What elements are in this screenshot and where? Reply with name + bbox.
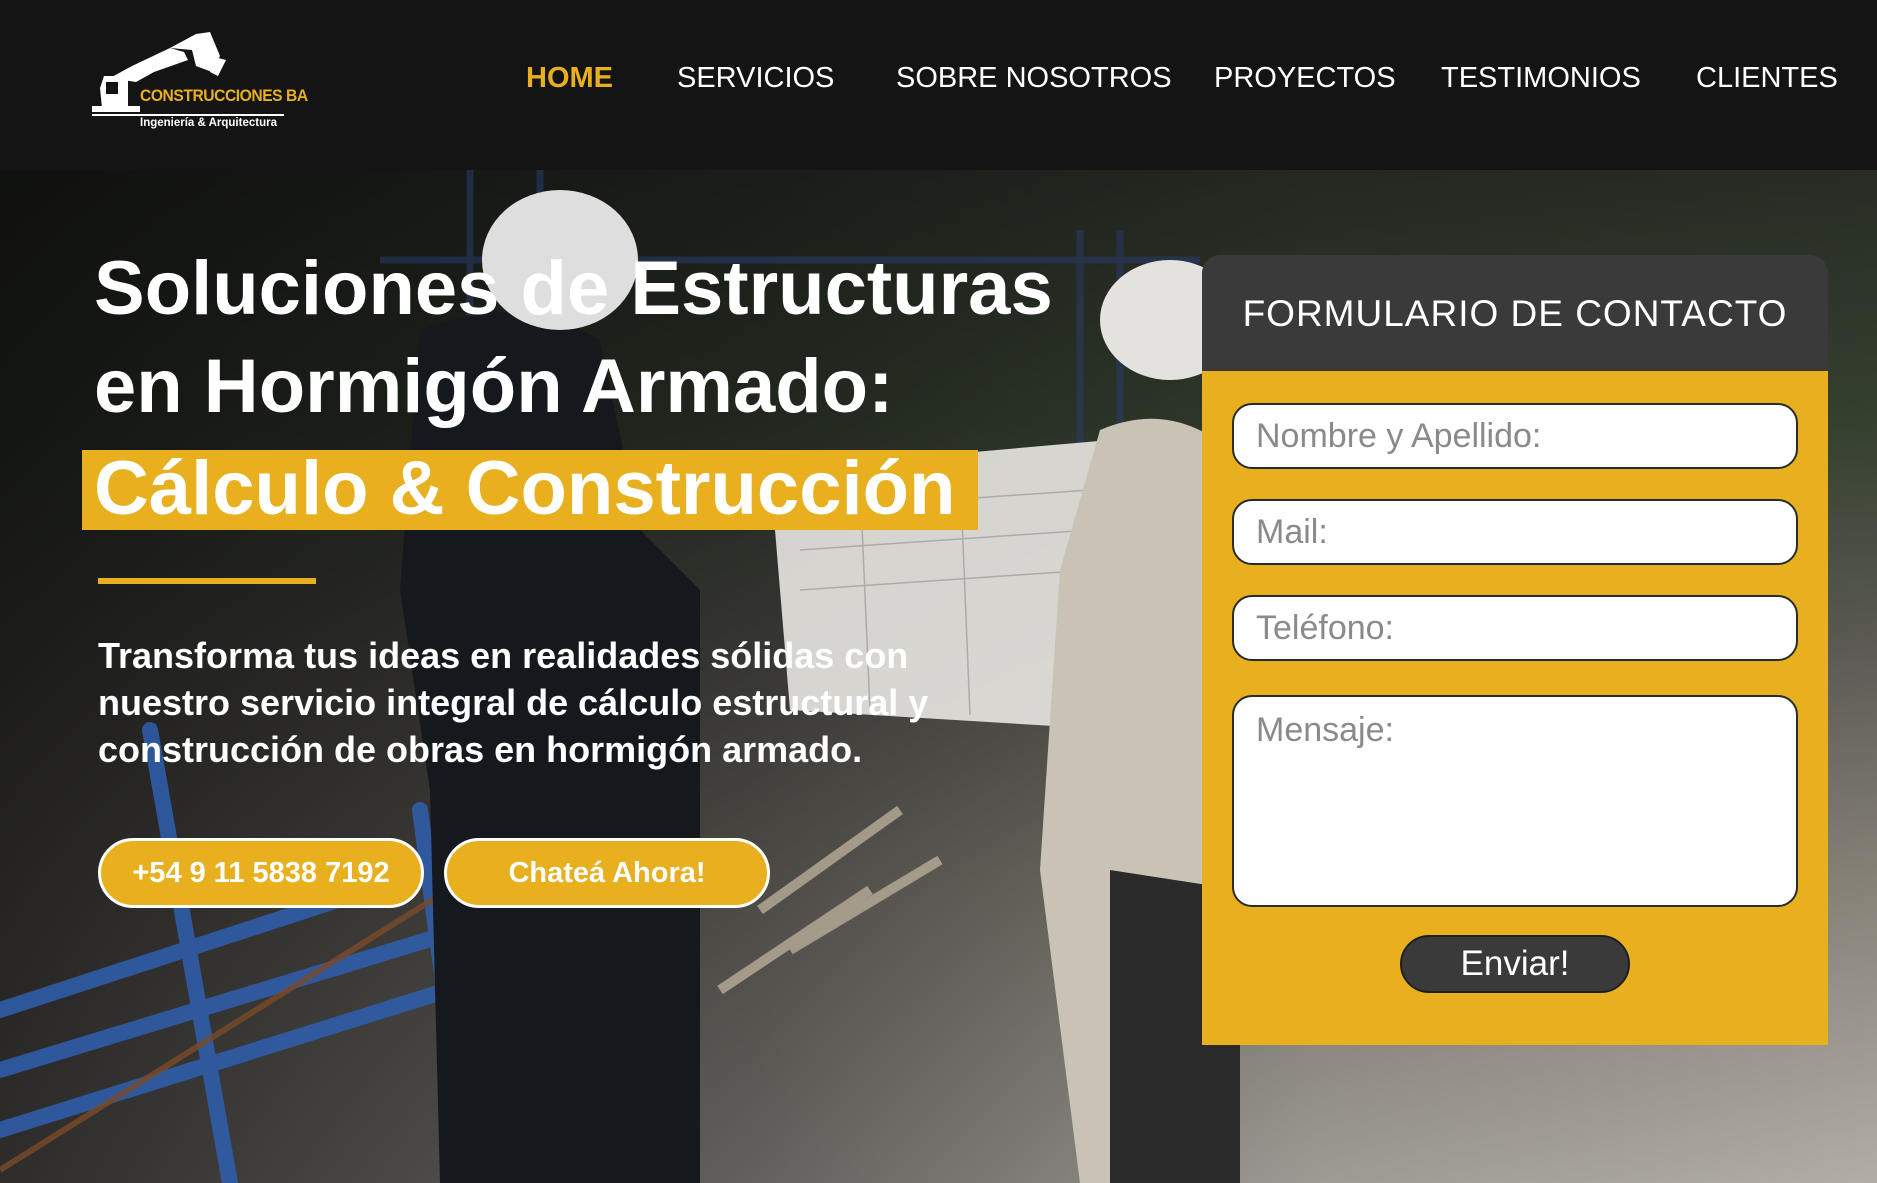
logo-tagline: Ingeniería & Arquitectura bbox=[140, 117, 277, 129]
nav-testimonios[interactable]: TESTIMONIOS bbox=[1441, 62, 1641, 95]
phone-button[interactable]: +54 9 11 5838 7192 bbox=[98, 838, 424, 908]
message-field[interactable] bbox=[1232, 695, 1798, 907]
contact-form-body: Enviar! bbox=[1202, 371, 1828, 1045]
headline-line-1: Soluciones de Estructuras bbox=[94, 246, 1053, 331]
hero-description: Transforma tus ideas en realidades sólid… bbox=[98, 635, 929, 770]
site-header: CONSTRUCCIONES BA Ingeniería & Arquitect… bbox=[0, 0, 1877, 170]
logo[interactable]: CONSTRUCCIONES BA Ingeniería & Arquitect… bbox=[92, 26, 308, 136]
phone-field[interactable] bbox=[1232, 595, 1798, 661]
headline-highlight-text: Cálculo & Construcción bbox=[94, 446, 956, 531]
headline-divider bbox=[98, 578, 316, 584]
nav-home[interactable]: HOME bbox=[526, 62, 613, 95]
chat-now-button[interactable]: Chateá Ahora! bbox=[444, 838, 770, 908]
submit-button[interactable]: Enviar! bbox=[1400, 935, 1630, 993]
contact-form-card: FORMULARIO DE CONTACTO Enviar! bbox=[1202, 255, 1828, 1045]
nav-proyectos[interactable]: PROYECTOS bbox=[1214, 62, 1396, 95]
logo-name: CONSTRUCCIONES BA bbox=[140, 86, 308, 105]
name-field[interactable] bbox=[1232, 403, 1798, 469]
nav-clientes[interactable]: CLIENTES bbox=[1696, 62, 1838, 95]
contact-form-title: FORMULARIO DE CONTACTO bbox=[1242, 293, 1788, 334]
email-field[interactable] bbox=[1232, 499, 1798, 565]
contact-form-header: FORMULARIO DE CONTACTO bbox=[1202, 255, 1828, 371]
nav-sobre-nosotros[interactable]: SOBRE NOSOTROS bbox=[896, 62, 1172, 95]
hero-section: Soluciones de Estructuras en Hormigón Ar… bbox=[0, 170, 1877, 1183]
logo-underline bbox=[92, 114, 284, 116]
headline-line-2: en Hormigón Armado: bbox=[94, 344, 894, 429]
nav-servicios[interactable]: SERVICIOS bbox=[677, 62, 834, 95]
hero-headline: Soluciones de Estructuras en Hormigón Ar… bbox=[94, 240, 1053, 436]
